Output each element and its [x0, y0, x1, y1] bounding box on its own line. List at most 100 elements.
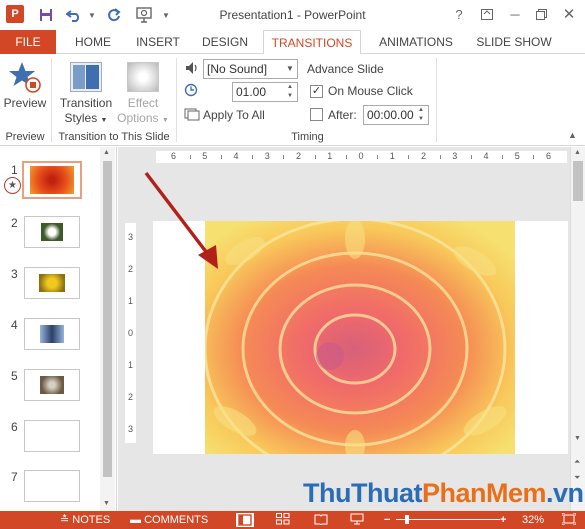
- zoom-in-icon[interactable]: +: [500, 513, 506, 527]
- status-bar: ≛ NOTES ▬ COMMENTS − + 32%: [0, 511, 585, 529]
- ruler-tick-label: 3: [128, 232, 134, 242]
- thumbnail-scrollbar[interactable]: ▲ ▼: [100, 147, 115, 511]
- transition-star-icon[interactable]: ★: [4, 177, 21, 194]
- duration-icon: [184, 83, 200, 99]
- slide-thumbnail[interactable]: [24, 267, 80, 299]
- zoom-slider[interactable]: [396, 519, 500, 520]
- customize-qat-icon[interactable]: ▼: [160, 5, 172, 25]
- minimize-icon[interactable]: ─: [504, 4, 526, 24]
- after-checkbox[interactable]: [310, 108, 323, 121]
- close-icon[interactable]: ✕: [558, 4, 580, 24]
- after-value: 00:00.00: [367, 108, 414, 122]
- ruler-tick-mark: [439, 155, 441, 159]
- slide-thumbnail-selected[interactable]: [22, 161, 82, 199]
- apply-to-all-button[interactable]: Apply To All: [203, 108, 265, 122]
- preview-icon[interactable]: [8, 60, 42, 94]
- ruler-tick-mark: [502, 155, 504, 159]
- ruler-tick-label: 4: [483, 151, 489, 161]
- transition-styles-icon[interactable]: [70, 62, 102, 92]
- fit-slide-icon[interactable]: [561, 512, 577, 527]
- apply-to-all-icon[interactable]: [184, 107, 200, 121]
- scrollbar-thumb[interactable]: [573, 161, 583, 201]
- preview-button[interactable]: Preview: [2, 96, 48, 111]
- group-divider: [51, 58, 52, 142]
- reading-view-icon[interactable]: [314, 513, 328, 527]
- ruler-tick-mark: [314, 155, 316, 159]
- editor-scrollbar[interactable]: ▲ ▼ ⏶ ⏷: [570, 147, 585, 511]
- help-icon[interactable]: ?: [448, 4, 470, 24]
- ruler-tick-label: 3: [264, 151, 270, 161]
- slide-thumbnail[interactable]: [24, 470, 80, 502]
- ribbon-display-options-icon[interactable]: [476, 4, 498, 24]
- tab-home[interactable]: HOME: [64, 30, 122, 54]
- slide-4-image: [40, 325, 64, 343]
- sound-select[interactable]: [No Sound] ▼: [203, 59, 298, 79]
- on-mouse-click-label: On Mouse Click: [328, 84, 413, 98]
- ruler-tick-label: 1: [327, 151, 333, 161]
- slide-thumbnail[interactable]: [24, 420, 80, 452]
- zoom-out-icon[interactable]: −: [384, 513, 390, 527]
- slide-thumbnail[interactable]: [24, 318, 80, 350]
- spinner-arrows-icon[interactable]: ▲ ▼: [414, 106, 428, 124]
- repeat-icon[interactable]: [104, 5, 124, 25]
- transition-styles-label[interactable]: Transition: [56, 96, 116, 111]
- flower-picture[interactable]: [205, 221, 515, 454]
- annotation-arrow: [144, 171, 218, 269]
- ruler-tick-label: 5: [202, 151, 208, 161]
- chevron-down-icon: ▼: [100, 117, 108, 124]
- ruler-tick-label: 1: [128, 296, 134, 306]
- duration-spinner[interactable]: 01.00 ▲ ▼: [232, 82, 298, 102]
- collapse-ribbon-icon[interactable]: ▲: [568, 130, 577, 140]
- chevron-down-icon[interactable]: ▼: [283, 60, 297, 78]
- scroll-down-icon[interactable]: ▼: [574, 435, 581, 442]
- comments-label: COMMENTS: [144, 514, 209, 526]
- restore-icon[interactable]: [530, 4, 552, 24]
- slide-3-image: [39, 274, 65, 292]
- vertical-ruler: 3 2 1 0 1 2 3: [125, 223, 136, 443]
- slide-thumbnail-pane: 1 ★ 2 3 4 5 6 7 ▲ ▼: [0, 147, 117, 511]
- undo-dropdown-icon[interactable]: ▼: [86, 5, 98, 25]
- slide-5-image: [40, 376, 64, 394]
- scrollbar-thumb[interactable]: [103, 161, 112, 477]
- slideshow-view-icon[interactable]: [350, 513, 364, 527]
- effect-options-label: Effect: [127, 96, 159, 110]
- group-divider: [176, 58, 177, 142]
- undo-icon[interactable]: [64, 5, 84, 25]
- tab-transitions[interactable]: TRANSITIONS: [263, 30, 361, 55]
- ruler-tick-mark: [252, 155, 254, 159]
- tab-animations[interactable]: ANIMATIONS: [370, 30, 462, 54]
- slide-thumbnail[interactable]: [24, 369, 80, 401]
- slide-thumbnail[interactable]: [24, 216, 80, 248]
- zoom-level[interactable]: 32%: [522, 513, 544, 527]
- slide-sorter-icon[interactable]: [276, 513, 290, 527]
- title-bar: P ▼ ▼ Presentation1 - PowerPoint ? ─ ✕: [0, 0, 585, 30]
- chevron-down-icon: ▼: [161, 117, 169, 124]
- slide-editing-area: 6543210123456 3210123 ▲ ▼ ⏶ ⏷: [118, 147, 585, 511]
- after-spinner[interactable]: 00:00.00 ▲ ▼: [363, 105, 429, 125]
- tab-slide-show[interactable]: SLIDE SHOW: [471, 30, 557, 54]
- ruler-tick-label: 2: [296, 151, 302, 161]
- ruler-tick-label: 6: [171, 151, 177, 161]
- tab-file[interactable]: FILE: [0, 30, 56, 54]
- ribbon: Preview Preview Transition Styles ▼ Effe…: [0, 54, 585, 146]
- ruler-tick-mark: [470, 155, 472, 159]
- slide-number: 1: [11, 163, 18, 177]
- comments-button[interactable]: ▬ COMMENTS: [130, 513, 208, 527]
- transition-styles-dropdown[interactable]: Styles ▼: [56, 111, 116, 128]
- tab-insert[interactable]: INSERT: [128, 30, 188, 54]
- save-icon[interactable]: [36, 5, 56, 25]
- zoom-slider-thumb[interactable]: [405, 515, 409, 524]
- start-slideshow-icon[interactable]: [134, 5, 156, 25]
- normal-view-icon[interactable]: [236, 513, 254, 527]
- scroll-up-icon[interactable]: ▲: [574, 149, 581, 156]
- preview-group-label: Preview: [5, 131, 45, 143]
- ruler-tick-mark: [189, 155, 191, 159]
- on-mouse-click-checkbox[interactable]: ✓: [310, 85, 323, 98]
- spinner-arrows-icon[interactable]: ▲ ▼: [283, 83, 297, 101]
- previous-slide-icon[interactable]: ⏶: [574, 457, 580, 467]
- notes-button[interactable]: ≛ NOTES: [60, 513, 110, 527]
- tab-design[interactable]: DESIGN: [196, 30, 254, 54]
- scroll-up-icon[interactable]: ▲: [103, 149, 110, 156]
- scroll-down-icon[interactable]: ▼: [103, 500, 110, 507]
- after-label: After:: [328, 108, 357, 122]
